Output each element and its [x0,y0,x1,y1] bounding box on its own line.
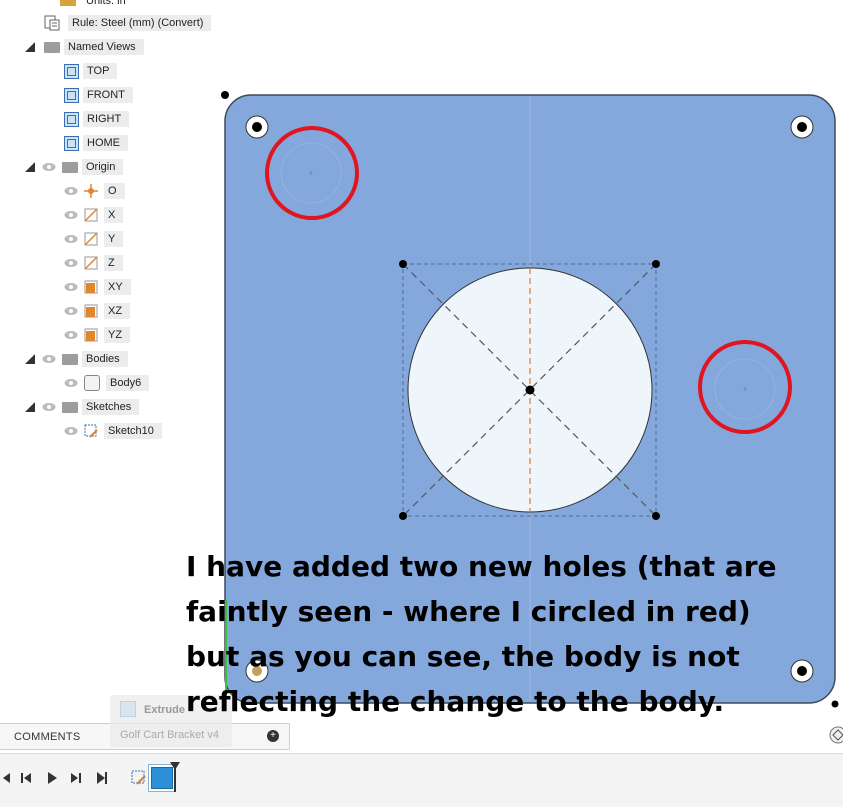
sketch-point[interactable] [652,512,660,520]
extrude-icon [120,701,136,717]
corner-hole-top-left[interactable] [245,115,269,139]
caption-text: I have added two new holes (that are fai… [186,544,826,724]
sketch-point[interactable] [399,512,407,520]
sketch-point[interactable] [831,700,839,708]
faint-hole-center [743,387,747,391]
add-comment-icon[interactable]: + [267,730,279,742]
comments-label: COMMENTS [14,730,81,743]
step-back-icon[interactable] [18,770,34,786]
tooltip-subtitle: Golf Cart Bracket v4 [120,729,220,741]
timeline-marker-line [174,768,176,792]
corner-hole-top-right[interactable] [790,115,814,139]
skip-end-icon[interactable] [94,770,110,786]
timeline-bar [0,753,843,807]
caption-line: reflecting the change to the body. [186,685,725,718]
caption-line: but as you can see, the body is not [186,640,740,673]
skip-start-icon[interactable] [0,770,16,786]
timeline-sketch-icon[interactable] [131,770,147,786]
faint-hole-center [309,171,313,175]
sketch-point[interactable] [399,260,407,268]
tooltip-title: Extrude [144,704,185,716]
view-cube-icon[interactable] [829,726,843,744]
caption-line: faintly seen - where I circled in red) [186,595,751,628]
play-icon[interactable] [44,770,60,786]
caption-line: I have added two new holes (that are [186,550,777,583]
sketch-point[interactable] [652,260,660,268]
sketch-point[interactable] [221,91,229,99]
timeline-extrude-icon[interactable] [151,767,173,789]
step-forward-icon[interactable] [68,770,84,786]
sketch-point[interactable] [525,385,535,395]
